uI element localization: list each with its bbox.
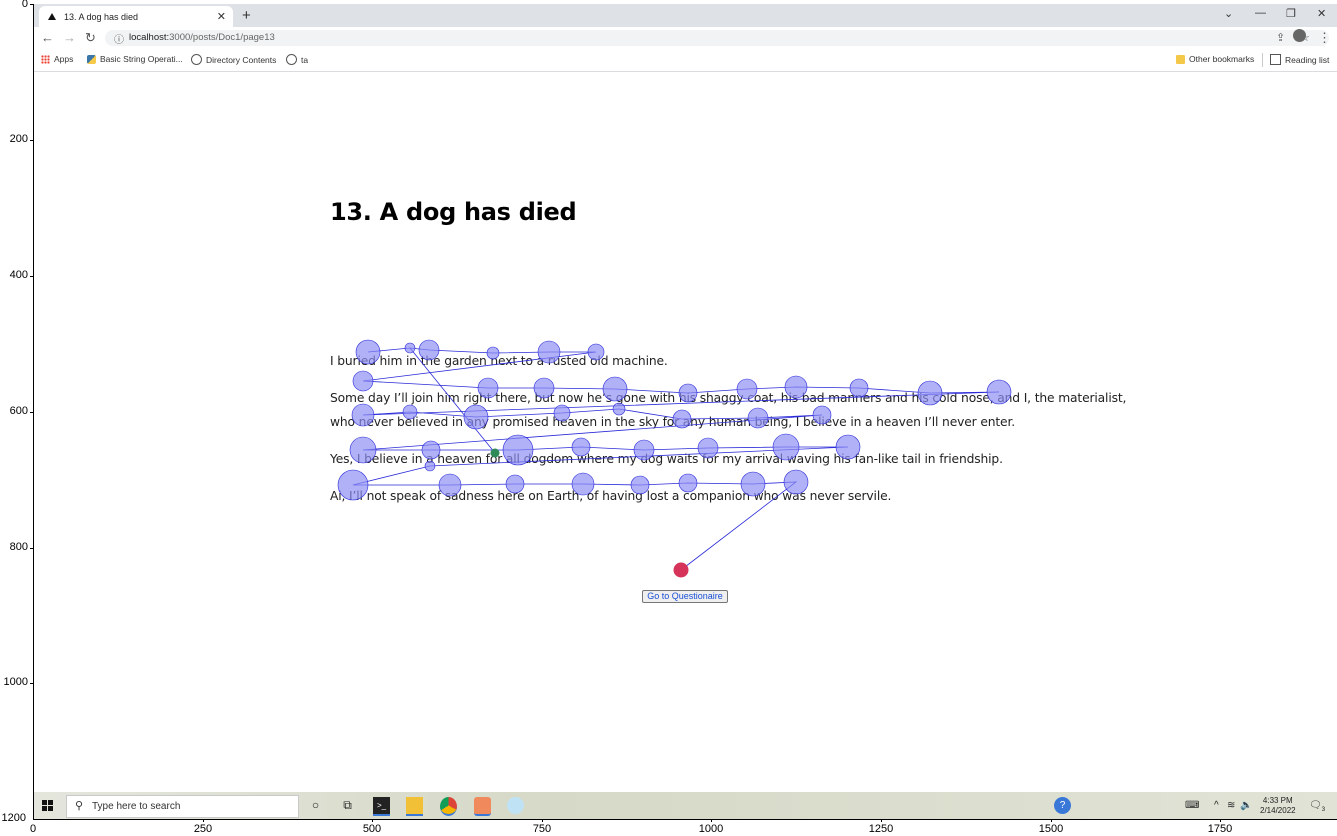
new-tab-button[interactable]: +: [242, 7, 251, 24]
x-tick-label: 1250: [868, 823, 894, 835]
folder-icon: [1176, 54, 1185, 64]
search-icon: ⚲: [75, 800, 84, 812]
bookmark-label: ta: [301, 54, 309, 65]
scanpath-end-point: [673, 562, 689, 578]
back-icon[interactable]: ←: [41, 30, 54, 45]
tab-search-icon[interactable]: ⌄: [1224, 7, 1233, 20]
notification-icon[interactable]: 🗨3: [1309, 800, 1325, 813]
cortana-icon[interactable]: ○: [307, 797, 324, 814]
volume-icon[interactable]: 🔈: [1240, 800, 1252, 811]
address-bar[interactable]: ⓘ localhost:3000/posts/Doc1/page13 ⇪ ☆: [105, 30, 1329, 46]
bookmark-divider: [1262, 53, 1263, 67]
browser-toolbar: ← → ↻ ⓘ localhost:3000/posts/Doc1/page13…: [33, 27, 1337, 49]
x-tick-label: 1000: [698, 823, 724, 835]
minimize-icon[interactable]: —: [1255, 7, 1266, 19]
python-icon: [87, 54, 96, 64]
bookmark-python[interactable]: Basic String Operati...: [87, 54, 183, 64]
profile-avatar[interactable]: [1293, 29, 1306, 42]
y-tick-label: 400: [9, 269, 28, 281]
gaze-overlay: [337, 339, 1012, 578]
screenshot-frame: 13. A dog has died ✕ + ⌄ — ❐ ✕ ← → ↻ ⓘ l…: [33, 4, 1337, 819]
x-tick-label: 750: [532, 823, 552, 835]
bookmark-ta[interactable]: ta: [286, 54, 308, 65]
taskbar-clock[interactable]: 4:33 PM 2/14/2022: [1260, 796, 1296, 816]
y-tick-label: 600: [9, 405, 28, 417]
wifi-icon[interactable]: ≋: [1227, 800, 1235, 811]
bookmarks-bar: Apps Basic String Operati... Directory C…: [33, 49, 1337, 72]
url-text: localhost:3000/posts/Doc1/page13: [129, 32, 275, 43]
chrome-icon[interactable]: [440, 797, 457, 816]
file-explorer-icon[interactable]: [406, 797, 423, 816]
bookmark-label: Directory Contents: [206, 54, 277, 65]
close-tab-icon[interactable]: ✕: [217, 10, 226, 23]
tab-title: 13. A dog has died: [64, 11, 139, 22]
fixation-circle: [404, 342, 416, 354]
reading-list-icon: [1270, 54, 1281, 65]
paragraph: Ai, I’ll not speak of sadness here on Ea…: [330, 489, 892, 503]
bookmark-label: Reading list: [1285, 54, 1330, 65]
forward-icon[interactable]: →: [63, 30, 76, 45]
paragraph: who never believed in any promised heave…: [330, 415, 1016, 429]
menu-icon[interactable]: ⋮: [1318, 30, 1331, 46]
app-icon[interactable]: [507, 797, 524, 814]
bookmark-apps[interactable]: Apps: [41, 54, 73, 64]
search-placeholder: Type here to search: [92, 801, 181, 812]
x-axis-line: [33, 819, 1337, 820]
help-icon[interactable]: ?: [1054, 797, 1071, 814]
y-axis: [0, 0, 33, 836]
notification-count: 3: [1321, 807, 1326, 813]
windows-start-icon[interactable]: [42, 800, 53, 811]
x-tick-label: 1500: [1038, 823, 1064, 835]
y-tick-label: 200: [9, 133, 28, 145]
reading-list[interactable]: Reading list: [1270, 54, 1329, 65]
slack-icon[interactable]: [474, 797, 491, 816]
x-tick-label: 500: [362, 823, 382, 835]
globe-icon: [191, 54, 202, 65]
paragraph: Yes, I believe in a heaven for all dogdo…: [330, 452, 1003, 466]
globe-icon: [286, 54, 297, 65]
x-tick-label: 1750: [1207, 823, 1233, 835]
close-window-icon[interactable]: ✕: [1317, 7, 1326, 20]
tray-chevron-icon[interactable]: ^: [1214, 800, 1219, 811]
paragraph: I buried him in the garden next to a rus…: [330, 354, 668, 368]
taskbar-search-box[interactable]: ⚲ Type here to search: [66, 795, 299, 818]
site-info-icon[interactable]: ⓘ: [114, 31, 124, 46]
task-view-icon[interactable]: ⧉: [339, 797, 356, 814]
share-icon[interactable]: ⇪: [1276, 31, 1285, 44]
clock-date: 2/14/2022: [1260, 806, 1296, 815]
restore-icon[interactable]: ❐: [1286, 7, 1296, 20]
terminal-icon[interactable]: >_: [373, 797, 390, 816]
browser-tab[interactable]: 13. A dog has died ✕: [39, 6, 233, 27]
apps-icon: [41, 54, 50, 64]
bookmark-label: Apps: [54, 54, 74, 64]
favicon-icon: [48, 13, 56, 20]
bookmark-directory[interactable]: Directory Contents: [191, 54, 276, 65]
clock-time: 4:33 PM: [1262, 796, 1293, 805]
bookmark-label: Basic String Operati...: [100, 54, 183, 64]
y-tick-label: 1000: [3, 676, 28, 688]
keyboard-icon[interactable]: ⌨: [1185, 800, 1199, 811]
y-axis-line: [33, 4, 34, 819]
y-tick-label: 0: [21, 0, 28, 10]
x-tick-label: 250: [193, 823, 213, 835]
windows-taskbar: ⚲ Type here to search ○ ⧉ >_ ? ⌨ ^ ≋ 🔈 4…: [33, 792, 1337, 819]
go-to-questionaire-button[interactable]: Go to Questionaire: [642, 590, 728, 603]
x-tick-label: 0: [29, 823, 37, 835]
page-title: 13. A dog has died: [330, 198, 577, 226]
bookmark-label: Other bookmarks: [1189, 54, 1255, 64]
reload-icon[interactable]: ↻: [85, 30, 96, 46]
paragraph: Some day I’ll join him right there, but …: [330, 391, 1127, 405]
fixation-circle: [352, 370, 374, 392]
tab-strip: 13. A dog has died ✕ + ⌄ — ❐ ✕: [33, 4, 1337, 27]
other-bookmarks[interactable]: Other bookmarks: [1176, 54, 1254, 64]
y-tick-label: 800: [9, 541, 28, 553]
